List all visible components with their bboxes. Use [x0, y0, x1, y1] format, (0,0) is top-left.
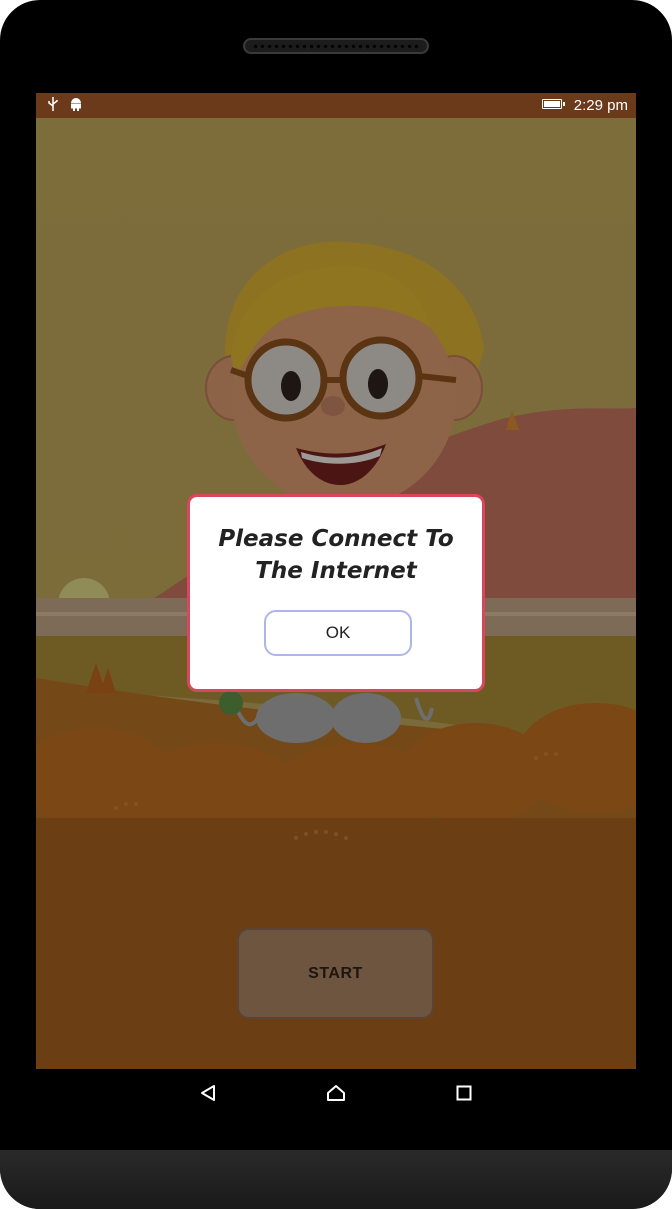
android-debug-icon: [70, 97, 82, 115]
home-icon[interactable]: [324, 1081, 348, 1105]
back-icon[interactable]: [196, 1081, 220, 1105]
dialog-message: Please Connect To The Internet: [218, 526, 454, 584]
phone-chin: [0, 1150, 672, 1209]
usb-icon: [48, 97, 58, 115]
no-internet-dialog: Please Connect To The Internet OK: [187, 494, 485, 692]
ok-button[interactable]: OK: [264, 610, 412, 656]
earpiece-speaker: [243, 38, 429, 54]
start-button[interactable]: START: [237, 928, 434, 1019]
clock: 2:29 pm: [573, 97, 628, 114]
battery-icon: [542, 99, 565, 109]
status-bar: 2:29 pm: [36, 93, 636, 118]
recents-icon[interactable]: [452, 1081, 476, 1105]
app-screen: 2:29 pm START Please Connect To The Inte…: [36, 93, 636, 1069]
navigation-bar: [36, 1069, 636, 1117]
phone-frame: 2:29 pm START Please Connect To The Inte…: [0, 0, 672, 1209]
